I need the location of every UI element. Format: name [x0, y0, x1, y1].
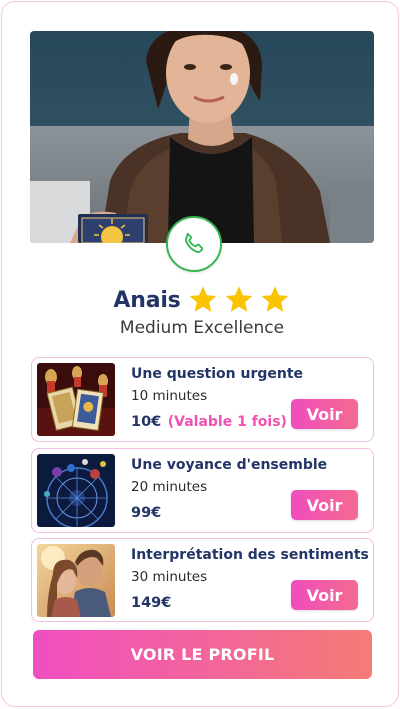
star-icon	[225, 286, 252, 312]
advisor-header: Anais	[2, 280, 400, 320]
advisor-name: Anais	[113, 287, 181, 313]
advisor-title: Medium Excellence	[119, 318, 285, 338]
offer-title: Interprétation des sentiments	[131, 547, 369, 563]
star-icon	[261, 286, 288, 312]
call-button[interactable]	[166, 216, 222, 272]
offer-title: Une voyance d'ensemble	[131, 457, 328, 473]
offer-duration: 30 minutes	[131, 569, 208, 585]
offer-price: 99€	[131, 505, 162, 521]
offer-price-row: 10€ (Valable 1 fois)	[131, 413, 287, 431]
offer-duration: 20 minutes	[131, 479, 208, 495]
offer-price-row: 149€	[131, 594, 173, 612]
star-icon	[189, 286, 216, 312]
voir-button[interactable]: Voir	[291, 490, 358, 520]
offer-price: 10€	[131, 414, 162, 430]
voir-button[interactable]: Voir	[291, 580, 358, 610]
offer-price: 149€	[131, 595, 172, 611]
offer-title: Une question urgente	[131, 366, 304, 382]
offer-note: (Valable 1 fois)	[167, 414, 287, 430]
couple-image	[37, 544, 115, 617]
offer-card[interactable]: Interprétation des sentiments 30 minutes…	[31, 538, 374, 622]
offer-card[interactable]: Une voyance d'ensemble 20 minutes 99€ Vo…	[31, 448, 374, 533]
voir-button[interactable]: Voir	[291, 399, 358, 429]
tarot-candles-image	[37, 363, 115, 436]
offer-price-row: 99€	[131, 504, 163, 522]
view-profile-button[interactable]: VOIR LE PROFIL	[33, 630, 372, 679]
rating-stars	[187, 284, 291, 316]
astrology-chart-image	[37, 454, 115, 527]
offer-duration: 10 minutes	[131, 388, 208, 404]
phone-icon	[184, 232, 204, 254]
advisor-card: Anais Medium Excellence Une question urg…	[1, 1, 399, 707]
advisor-photo	[30, 31, 374, 243]
offer-card[interactable]: Une question urgente 10 minutes 10€ (Val…	[31, 357, 374, 442]
